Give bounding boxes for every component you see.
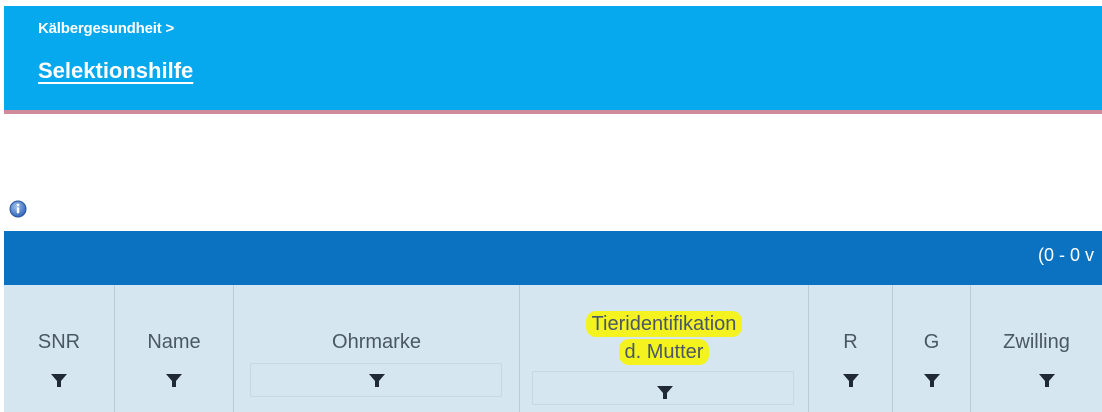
table-header-row: SNR Name Ohrmarke Tieridentifikation d. … <box>4 285 1102 412</box>
highlighted-label-line2: d. Mutter <box>618 339 710 365</box>
column-header-zwilling[interactable]: Zwilling <box>971 285 1102 412</box>
column-label-r: R <box>843 331 858 353</box>
filter-icon[interactable] <box>923 373 941 389</box>
breadcrumb[interactable]: Kälbergesundheit > <box>38 20 174 37</box>
header-accent-line <box>4 110 1102 114</box>
info-icon[interactable] <box>9 200 27 218</box>
column-label-name: Name <box>147 331 201 353</box>
pagination-info: (0 - 0 v <box>1038 245 1095 265</box>
column-label-g: G <box>923 331 940 353</box>
column-label-snr: SNR <box>37 331 81 353</box>
page-header: Kälbergesundheit > Selektionshilfe <box>4 6 1102 110</box>
filter-icon[interactable] <box>165 373 183 389</box>
filter-icon[interactable] <box>842 373 860 389</box>
table-toolbar: (0 - 0 v <box>4 231 1102 285</box>
filter-icon[interactable] <box>1038 373 1056 389</box>
filter-icon[interactable] <box>50 373 68 389</box>
column-header-g[interactable]: G <box>893 285 971 412</box>
page-title[interactable]: Selektionshilfe <box>38 58 193 84</box>
filter-icon[interactable] <box>656 385 674 401</box>
highlighted-label-line1: Tieridentifikation <box>585 311 743 337</box>
column-header-r[interactable]: R <box>809 285 893 412</box>
column-header-tieridentifikation-mutter[interactable]: Tieridentifikation d. Mutter <box>520 285 809 412</box>
column-label-zwilling: Zwilling <box>1003 331 1070 353</box>
column-label-ohrmarke: Ohrmarke <box>332 331 421 353</box>
column-header-ohrmarke[interactable]: Ohrmarke <box>234 285 520 412</box>
column-header-snr[interactable]: SNR <box>4 285 115 412</box>
filter-icon[interactable] <box>368 373 386 389</box>
column-header-name[interactable]: Name <box>115 285 234 412</box>
column-label-tieridentifikation-mutter: Tieridentifikation d. Mutter <box>520 310 808 366</box>
